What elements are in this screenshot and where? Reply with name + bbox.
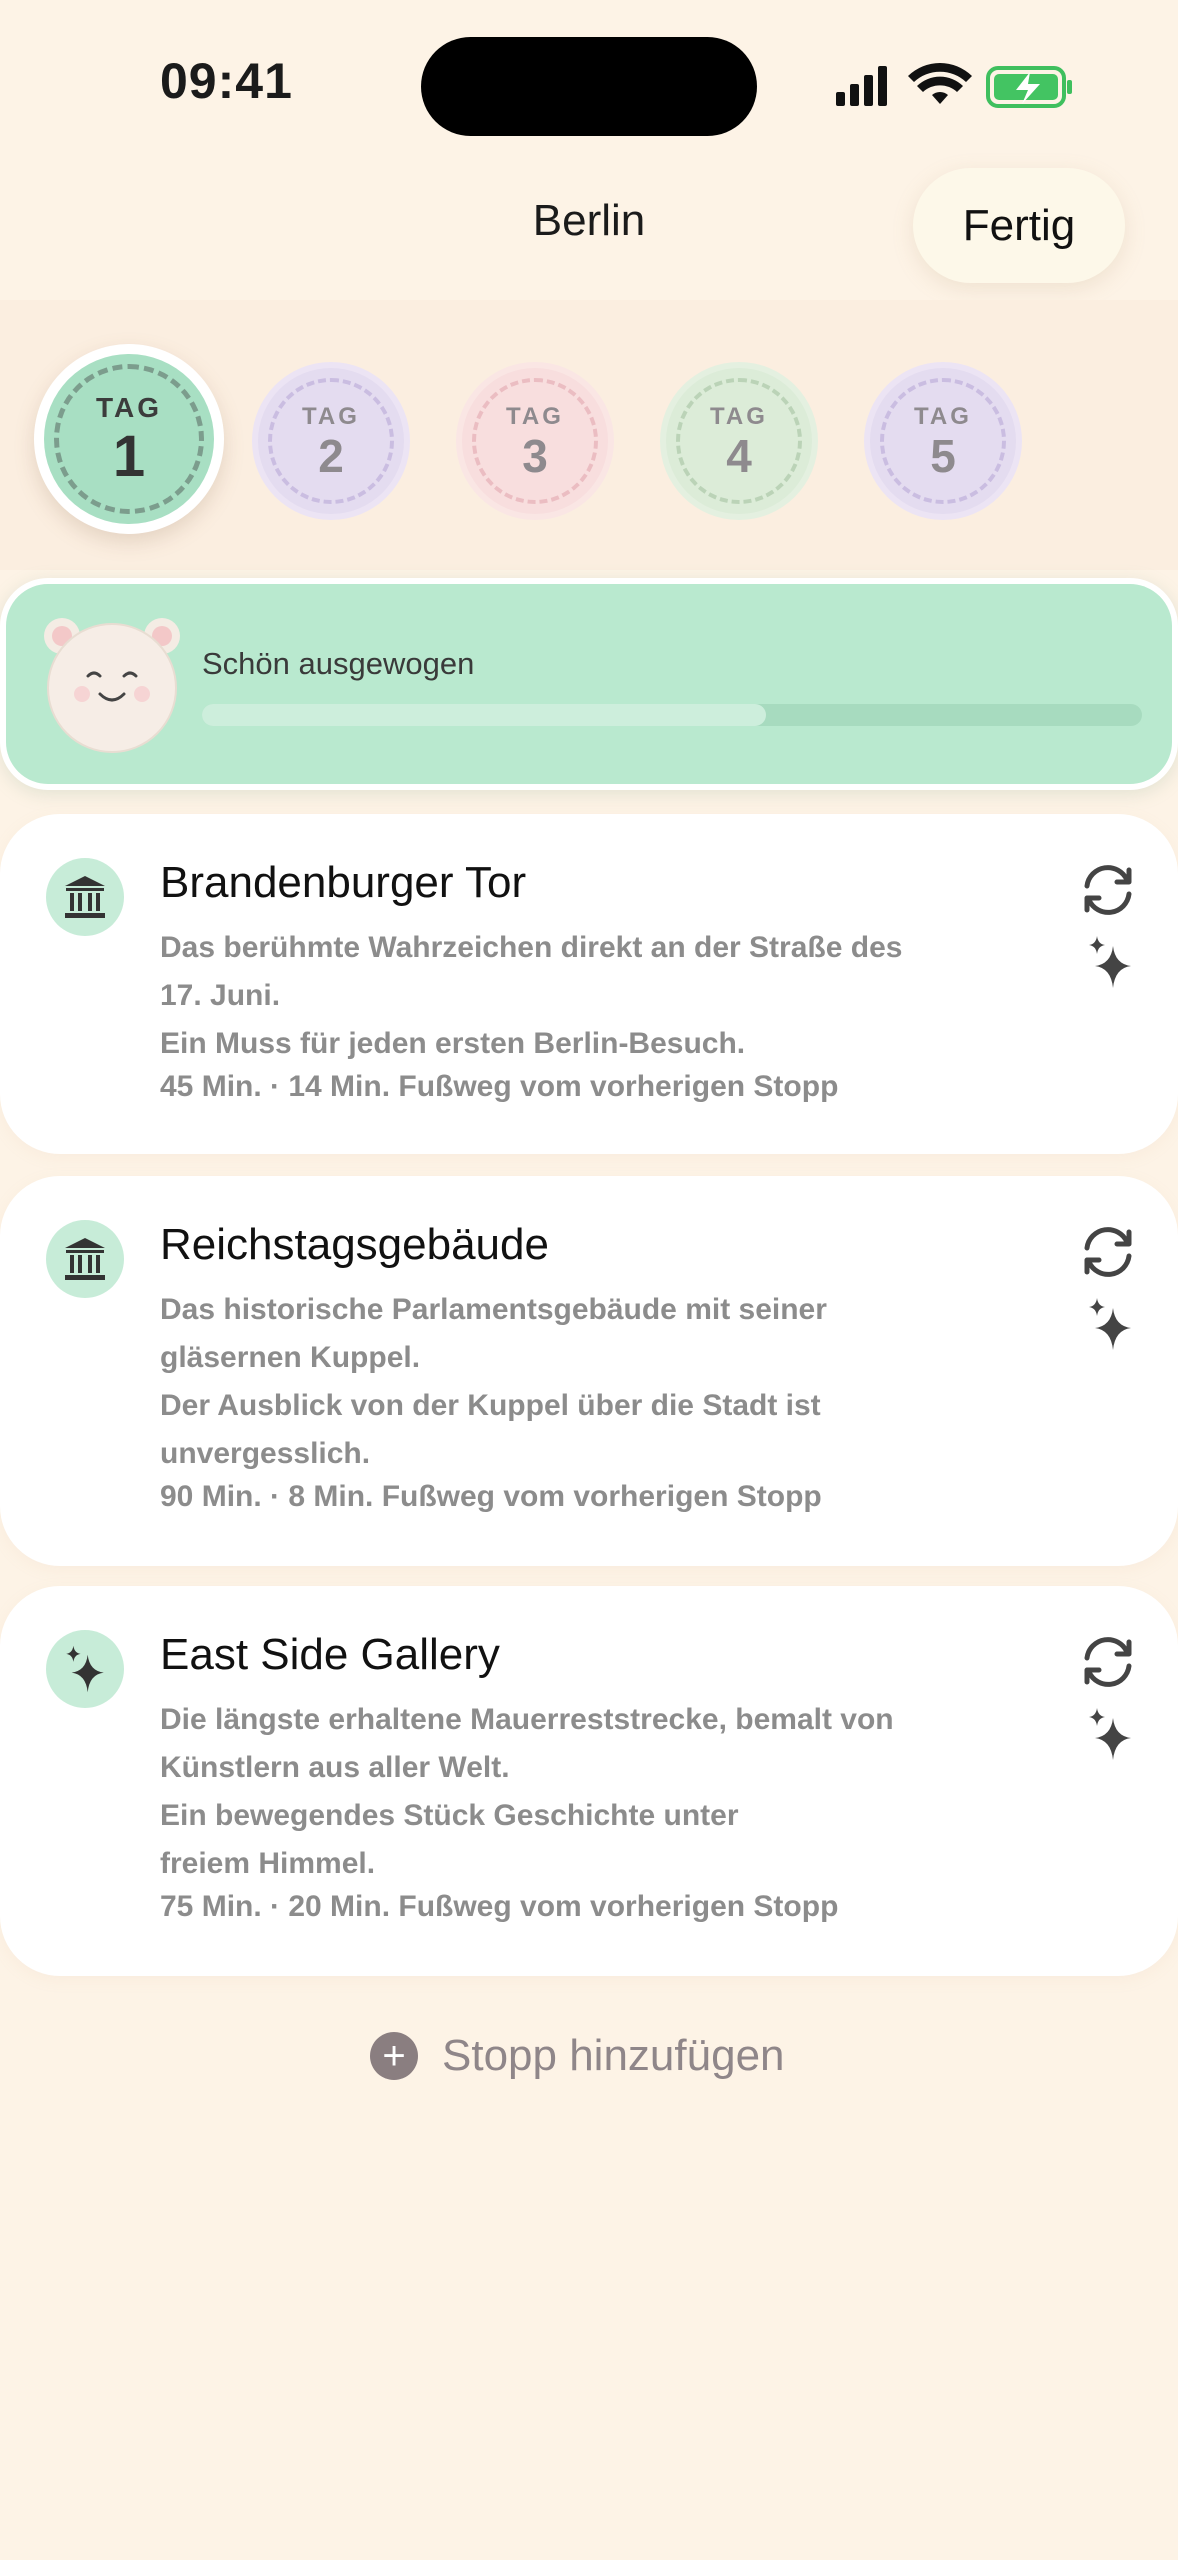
description-line: unvergesslich. <box>160 1437 371 1470</box>
itinerary-screen: 09:41 Berlin Fertig TAG 1 TAG 2 TAG 3 TA… <box>0 0 1178 2560</box>
stop-title: Reichstagsgebäude <box>160 1220 549 1269</box>
balance-meter-fill <box>202 704 766 726</box>
description-line: Ein bewegendes Stück Geschichte unter <box>160 1799 739 1832</box>
stop-description: Das historische Parlamentsgebäude mit se… <box>160 1286 1000 1478</box>
stop-card[interactable]: Brandenburger Tor Das berühmte Wahrzeich… <box>0 814 1178 1154</box>
balance-label: Schön ausgewogen <box>202 646 475 681</box>
day-tab-number: 2 <box>318 430 344 482</box>
stop-card[interactable]: Reichstagsgebäude Das historische Parlam… <box>0 1176 1178 1566</box>
description-line: Das berühmte Wahrzeichen direkt an der S… <box>160 931 903 964</box>
day-tab-4[interactable]: TAG 4 <box>666 368 812 514</box>
plus-icon: + <box>370 2032 418 2080</box>
sparkles-icon <box>46 1630 124 1708</box>
day-tab-label: TAG <box>914 403 972 430</box>
day-tab-label: TAG <box>710 403 768 430</box>
day-tab-label: TAG <box>506 403 564 430</box>
wifi-icon <box>908 63 972 104</box>
museum-icon <box>46 858 124 936</box>
stop-title: East Side Gallery <box>160 1630 500 1679</box>
day-tab-label: TAG <box>302 403 360 430</box>
day-tab-3[interactable]: TAG 3 <box>462 368 608 514</box>
stop-description: Die längste erhaltene Mauerreststrecke, … <box>160 1696 1000 1888</box>
balance-meter <box>202 704 1142 726</box>
description-line: freiem Himmel. <box>160 1847 376 1880</box>
day-tab-number: 4 <box>726 430 752 482</box>
stop-duration: 75 Min. · 20 Min. Fußweg vom vorherigen … <box>160 1890 839 1923</box>
description-line: Der Ausblick von der Kuppel über die Sta… <box>160 1389 821 1422</box>
battery-charging-icon <box>986 66 1072 108</box>
description-line: Das historische Parlamentsgebäude mit se… <box>160 1293 827 1326</box>
stop-duration: 90 Min. · 8 Min. Fußweg vom vorherigen S… <box>160 1480 822 1513</box>
description-line: gläsernen Kuppel. <box>160 1341 421 1374</box>
sparkles-icon[interactable] <box>1082 1704 1138 1764</box>
day-tab-1[interactable]: TAG 1 <box>34 344 224 534</box>
stop-card[interactable]: East Side Gallery Die längste erhaltene … <box>0 1586 1178 1976</box>
day-selector: TAG 1 TAG 2 TAG 3 TAG 4 TAG 5 <box>0 300 1178 570</box>
swap-icon[interactable] <box>1075 860 1141 920</box>
add-stop-button[interactable]: + Stopp hinzufügen <box>370 2026 785 2086</box>
day-tab-number: 1 <box>112 424 146 489</box>
description-line: Künstlern aus aller Welt. <box>160 1751 510 1784</box>
swap-icon[interactable] <box>1075 1222 1141 1282</box>
bear-mascot-icon <box>44 618 180 753</box>
description-line: 17. Juni. <box>160 979 281 1012</box>
done-button[interactable]: Fertig <box>913 168 1125 283</box>
day-tab-5[interactable]: TAG 5 <box>870 368 1016 514</box>
signal-icon <box>836 66 887 106</box>
description-line: Die längste erhaltene Mauerreststrecke, … <box>160 1703 894 1736</box>
stop-title: Brandenburger Tor <box>160 858 527 907</box>
day-tab-label: TAG <box>95 392 163 423</box>
museum-icon <box>46 1220 124 1298</box>
day-tab-number: 3 <box>522 430 548 482</box>
sparkles-icon[interactable] <box>1082 932 1138 992</box>
dynamic-island <box>421 37 757 136</box>
stop-description: Das berühmte Wahrzeichen direkt an der S… <box>160 924 1000 1068</box>
status-icons <box>836 63 1072 108</box>
status-time: 09:41 <box>160 53 293 109</box>
swap-icon[interactable] <box>1075 1632 1141 1692</box>
day-tab-2[interactable]: TAG 2 <box>258 368 404 514</box>
sparkles-icon[interactable] <box>1082 1294 1138 1354</box>
day-tab-number: 5 <box>930 430 956 482</box>
stop-duration: 45 Min. · 14 Min. Fußweg vom vorherigen … <box>160 1070 839 1103</box>
add-stop-label: Stopp hinzufügen <box>442 2031 785 2080</box>
description-line: Ein Muss für jeden ersten Berlin-Besuch. <box>160 1027 746 1060</box>
balance-banner: Schön ausgewogen <box>0 578 1178 790</box>
